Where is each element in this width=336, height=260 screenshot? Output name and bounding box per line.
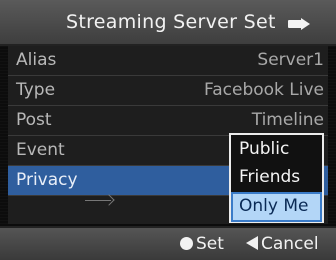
- cancel-label: Cancel: [261, 234, 319, 254]
- menu-row-type[interactable]: Type Facebook Live: [8, 76, 328, 106]
- camera-icon: [288, 18, 310, 30]
- circle-icon: [180, 237, 193, 250]
- option-friends[interactable]: Friends: [233, 165, 320, 191]
- menu-row-label: Alias: [16, 50, 57, 70]
- menu-row-label: Privacy: [16, 170, 78, 190]
- right-arrow-icon: [85, 200, 111, 201]
- page-title: Streaming Server Set: [66, 11, 276, 33]
- menu-row-alias[interactable]: Alias Server1: [8, 46, 328, 76]
- menu-row-value: Facebook Live: [204, 80, 324, 100]
- option-public[interactable]: Public: [233, 137, 320, 163]
- privacy-options-popup: Public Friends Only Me: [229, 133, 324, 223]
- menu-row-value: Server1: [257, 50, 324, 70]
- menu-row-label: Type: [16, 80, 56, 100]
- cancel-button[interactable]: Cancel: [246, 234, 319, 254]
- header-bar: Streaming Server Set: [0, 0, 336, 46]
- option-label: Only Me: [239, 196, 309, 216]
- option-only-me[interactable]: Only Me: [231, 192, 322, 222]
- set-button[interactable]: Set: [180, 234, 224, 254]
- menu-row-label: Post: [16, 110, 52, 130]
- menu-row-value: Timeline: [251, 110, 324, 130]
- streaming-server-set-screen: Streaming Server Set Alias Server1 Type …: [0, 0, 336, 260]
- back-triangle-icon: [246, 236, 258, 250]
- footer-bar: Set Cancel: [0, 226, 336, 260]
- menu-row-post[interactable]: Post Timeline: [8, 106, 328, 136]
- set-label: Set: [196, 234, 224, 254]
- option-label: Friends: [239, 167, 301, 187]
- menu-row-label: Event: [16, 140, 65, 160]
- option-label: Public: [239, 139, 290, 159]
